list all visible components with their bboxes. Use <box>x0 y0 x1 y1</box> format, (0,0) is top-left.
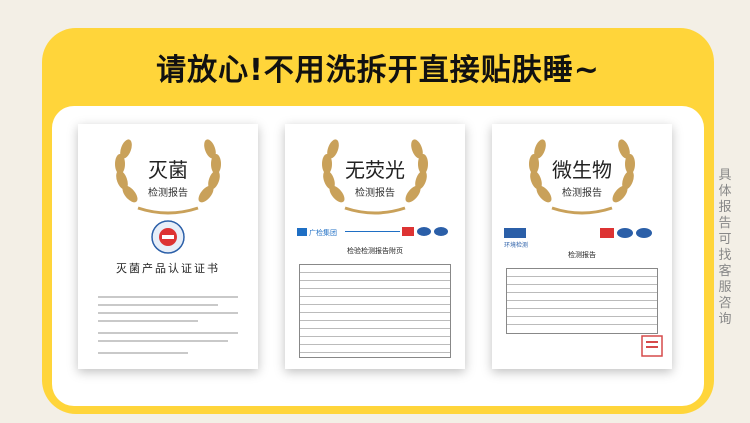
side-note-char: 服 <box>718 280 732 295</box>
red-stamp-icon <box>641 335 663 357</box>
badge-title: 无荧光 <box>345 158 405 182</box>
side-note: 具体报告可找客服咨询 <box>715 168 735 328</box>
cnas-logo-icon <box>434 227 448 236</box>
side-note-char: 具 <box>718 168 732 183</box>
report-card-sterilization[interactable]: 灭菌 检测报告 灭菌产品认证证书 <box>78 124 258 369</box>
laurel-badge: 灭菌 检测报告 <box>108 136 228 216</box>
logo-text: 环境检测 <box>504 242 529 249</box>
certification-seal-icon <box>151 220 185 254</box>
hap-logo-icon <box>504 228 526 238</box>
laurel-badge: 无荧光 检测报告 <box>315 136 435 216</box>
ma-logo-icon <box>600 228 614 238</box>
doc-heading: 检测报告 <box>568 251 596 259</box>
ma-logo-icon <box>402 227 414 236</box>
side-note-char: 报 <box>718 200 732 215</box>
results-table <box>506 268 658 334</box>
doc-heading: 检验检测报告附页 <box>347 247 403 255</box>
side-note-char: 告 <box>718 216 732 231</box>
side-note-char: 询 <box>718 312 732 327</box>
laurel-badge: 微生物 检测报告 <box>522 136 642 216</box>
doc-heading: 灭菌产品认证证书 <box>116 262 220 275</box>
badge-subtitle: 检测报告 <box>148 188 188 199</box>
side-note-char: 咨 <box>718 296 732 311</box>
badge-title: 灭菌 <box>148 158 188 182</box>
side-note-char: 可 <box>718 232 732 247</box>
side-note-char: 客 <box>718 264 732 279</box>
report-card-fluorescence[interactable]: 无荧光 检测报告 广检集团 检验检测报告附页 <box>285 124 465 369</box>
badge-subtitle: 检测报告 <box>562 188 602 199</box>
side-note-char: 体 <box>718 184 732 199</box>
logo-text: 广检集团 <box>309 229 337 237</box>
side-note-char: 找 <box>718 248 732 263</box>
ilac-logo-icon <box>417 227 431 236</box>
results-table <box>299 264 451 358</box>
page-headline: 请放心!不用洗拆开直接贴肤睡~ <box>156 53 600 88</box>
badge-title: 微生物 <box>552 158 612 182</box>
report-card-microbial[interactable]: 微生物 检测报告 环境检测 检测报告 <box>492 124 672 369</box>
badge-subtitle: 检测报告 <box>355 188 395 199</box>
ilac-logo-icon <box>617 228 633 238</box>
gttc-logo-icon <box>297 228 307 236</box>
cnas-logo-icon <box>636 228 652 238</box>
